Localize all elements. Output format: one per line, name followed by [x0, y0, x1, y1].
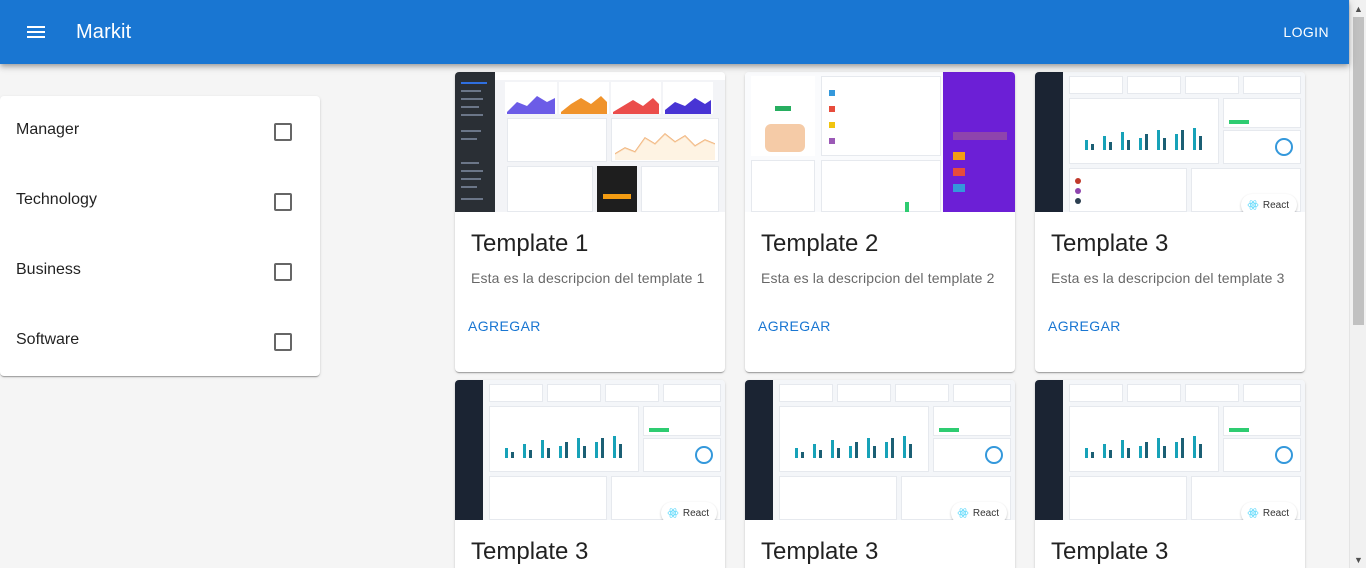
menu-icon: [27, 26, 45, 38]
template-thumbnail[interactable]: React: [1035, 380, 1305, 520]
react-icon: [667, 508, 679, 518]
badge-label: React: [682, 507, 709, 519]
react-icon: [1247, 508, 1259, 518]
add-template-button[interactable]: AGREGAR: [468, 318, 541, 334]
react-badge: React: [950, 502, 1007, 520]
template-thumbnail[interactable]: React: [745, 380, 1015, 520]
filter-checkbox-software[interactable]: [274, 333, 292, 351]
thumbnail-sidebar: [455, 72, 495, 212]
template-title: Template 1: [471, 230, 589, 257]
filter-row-business: Business: [0, 236, 320, 306]
category-filter-panel: Manager Technology Business Software: [0, 96, 320, 376]
add-template-button[interactable]: AGREGAR: [758, 318, 831, 334]
template-card: Template 1 Esta es la descripcion del te…: [455, 72, 725, 372]
template-thumbnail[interactable]: [455, 72, 725, 212]
template-card: React Template 3: [455, 380, 725, 568]
thumbnail-sidebar: [745, 380, 773, 520]
thumbnail-sidebar: [1035, 380, 1063, 520]
menu-button[interactable]: [16, 12, 56, 52]
filter-label: Technology: [16, 191, 97, 208]
app-bar: Markit LOGIN: [0, 0, 1349, 64]
template-card: Template 2 Esta es la descripcion del te…: [745, 72, 1015, 372]
template-title: Template 3: [471, 538, 589, 565]
template-thumbnail[interactable]: React: [455, 380, 725, 520]
filter-row-software: Software: [0, 306, 320, 376]
filter-checkbox-business[interactable]: [274, 263, 292, 281]
login-button[interactable]: LOGIN: [1283, 20, 1329, 44]
vertical-scrollbar[interactable]: ▲ ▼: [1349, 0, 1366, 568]
filter-row-technology: Technology: [0, 166, 320, 236]
thumbnail-sidebar: [455, 380, 483, 520]
template-title: Template 3: [761, 538, 879, 565]
react-badge: React: [1240, 194, 1297, 212]
filter-row-manager: Manager: [0, 96, 320, 166]
filter-checkbox-manager[interactable]: [274, 123, 292, 141]
template-thumbnail[interactable]: [745, 72, 1015, 212]
badge-label: React: [1262, 507, 1289, 519]
template-title: Template 3: [1051, 538, 1169, 565]
template-description: Esta es la descripcion del template 1: [471, 270, 705, 286]
badge-label: React: [972, 507, 999, 519]
react-icon: [957, 508, 969, 518]
app-title: Markit: [76, 21, 132, 43]
scroll-up-arrow-icon[interactable]: ▲: [1350, 0, 1366, 17]
badge-label: React: [1262, 199, 1289, 211]
template-description: Esta es la descripcion del template 2: [761, 270, 995, 286]
filter-label: Business: [16, 261, 81, 278]
thumbnail-sidebar: [1035, 72, 1063, 212]
react-icon: [1247, 200, 1259, 210]
scroll-thumb[interactable]: [1353, 17, 1364, 325]
template-title: Template 3: [1051, 230, 1169, 257]
add-template-button[interactable]: AGREGAR: [1048, 318, 1121, 334]
react-badge: React: [660, 502, 717, 520]
scroll-down-arrow-icon[interactable]: ▼: [1350, 551, 1366, 568]
template-description: Esta es la descripcion del template 3: [1051, 270, 1285, 286]
template-card: React Template 3: [745, 380, 1015, 568]
react-badge: React: [1240, 502, 1297, 520]
filter-label: Manager: [16, 121, 80, 138]
template-card: React Template 3: [1035, 380, 1305, 568]
template-card: React Template 3 Esta es la descripcion …: [1035, 72, 1305, 372]
filter-checkbox-technology[interactable]: [274, 193, 292, 211]
template-title: Template 2: [761, 230, 879, 257]
filter-label: Software: [16, 331, 80, 348]
template-thumbnail[interactable]: React: [1035, 72, 1305, 212]
